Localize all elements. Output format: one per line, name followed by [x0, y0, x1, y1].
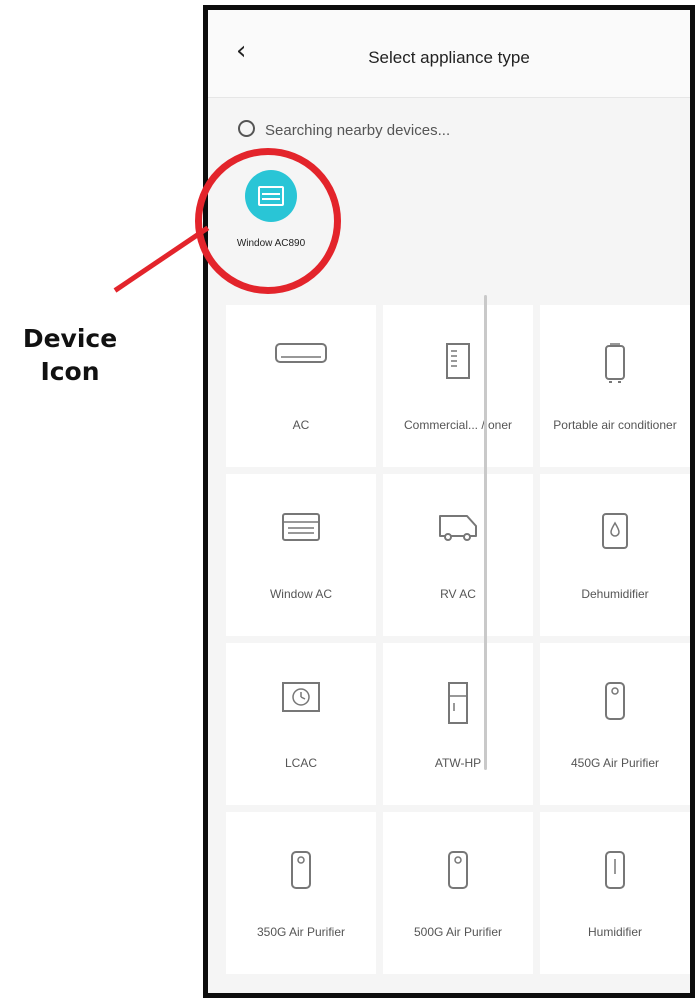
portable-ac-icon — [604, 343, 626, 383]
scrollbar[interactable] — [484, 295, 487, 770]
appliance-tile-window-ac[interactable]: Window AC — [226, 474, 376, 636]
appliance-label: Commercial... / oner — [403, 418, 513, 432]
appliance-tile-450g-purifier[interactable]: 450G Air Purifier — [540, 643, 690, 805]
appliance-tile-dehumidifier[interactable]: Dehumidifier — [540, 474, 690, 636]
air-purifier-icon — [604, 681, 626, 721]
annotation-circle — [195, 148, 341, 294]
appliance-tile-commercial[interactable]: Commercial... / oner — [383, 305, 533, 467]
split-ac-icon — [275, 343, 327, 365]
air-purifier-icon — [447, 850, 469, 890]
search-status: Searching nearby devices... — [238, 119, 451, 140]
appliance-label: 350G Air Purifier — [256, 925, 346, 939]
window-ac-icon — [281, 512, 321, 542]
air-purifier-icon — [290, 850, 312, 890]
search-icon — [238, 119, 255, 137]
appliance-label: Window AC — [269, 587, 333, 601]
appliance-label: AC — [292, 418, 310, 432]
annotation-pointer-line — [113, 225, 210, 293]
appliance-tile-ac[interactable]: AC — [226, 305, 376, 467]
heat-pump-icon — [447, 681, 469, 725]
lcac-icon — [281, 681, 321, 713]
humidifier-icon — [604, 850, 626, 890]
appliance-tile-rv-ac[interactable]: RV AC — [383, 474, 533, 636]
annotation-label: Device Icon — [5, 322, 135, 388]
appliance-label: LCAC — [284, 756, 317, 770]
annotation-line-1: Device — [22, 324, 118, 353]
top-bar: ‹ Select appliance type — [208, 10, 690, 98]
appliance-tile-portable[interactable]: Portable air conditioner — [540, 305, 690, 467]
page-title: Select appliance type — [368, 48, 530, 67]
appliance-label: 500G Air Purifier — [413, 925, 503, 939]
appliance-label: Dehumidifier — [581, 587, 649, 601]
appliance-label: 450G Air Purifier — [570, 756, 660, 770]
rv-ac-icon — [437, 512, 479, 542]
appliance-label: RV AC — [440, 587, 476, 601]
appliance-label: Humidifier — [587, 925, 642, 939]
appliance-tile-atw-hp[interactable]: ATW-HP — [383, 643, 533, 805]
search-status-text: Searching nearby devices... — [265, 122, 451, 139]
appliance-tile-humidifier[interactable]: Humidifier — [540, 812, 690, 974]
appliance-label: Portable air conditioner — [553, 418, 677, 432]
annotation-line-2: Icon — [40, 357, 100, 386]
dehumidifier-icon — [601, 512, 629, 550]
commercial-ac-icon — [445, 343, 471, 381]
appliance-tile-lcac[interactable]: LCAC — [226, 643, 376, 805]
appliance-tile-350g-purifier[interactable]: 350G Air Purifier — [226, 812, 376, 974]
appliance-label: ATW-HP — [434, 756, 482, 770]
appliance-tile-500g-purifier[interactable]: 500G Air Purifier — [383, 812, 533, 974]
